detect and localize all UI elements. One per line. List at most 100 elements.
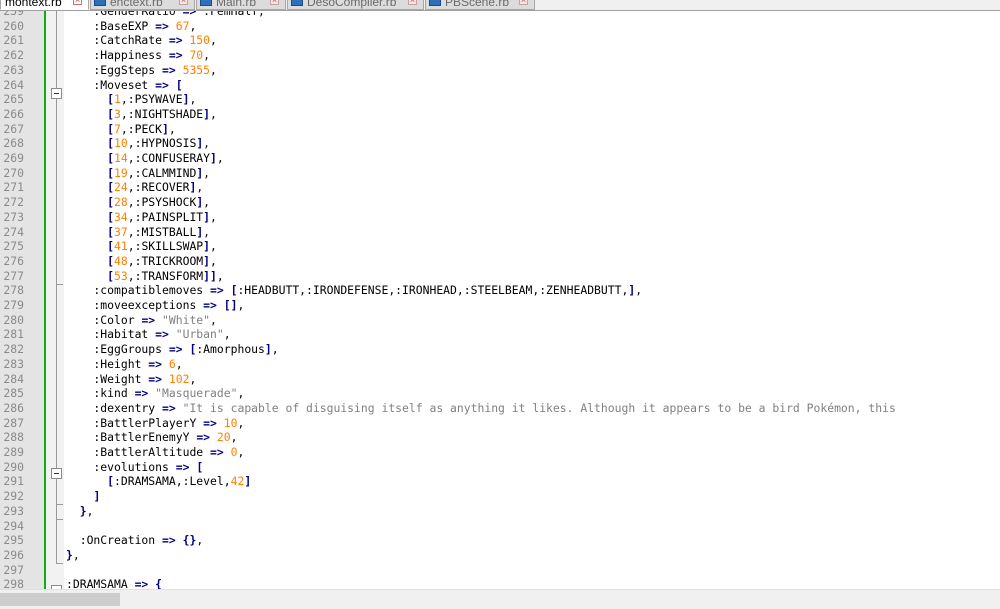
line-number: 280	[3, 312, 24, 327]
code-text: :BattlerEnemyY => 20,	[66, 430, 238, 445]
code-line[interactable]: 264 :Moveset => [	[0, 78, 1000, 93]
line-number: 271	[3, 180, 24, 195]
code-editor[interactable]: 259 :GenderRatio => :FemHalf, 260 :BaseEX…	[0, 11, 1000, 589]
code-line[interactable]: 282 :EggGroups => [:Amorphous],	[0, 342, 1000, 357]
code-text: },	[79, 503, 94, 518]
code-text: [1,:PSYWAVE],	[107, 92, 197, 107]
tab-label: montext.rb	[5, 0, 62, 9]
line-number: 270	[3, 165, 24, 180]
code-line[interactable]: 279 :moveexceptions => [],	[0, 298, 1000, 313]
line-number: 276	[3, 253, 24, 268]
code-line[interactable]: 296},	[0, 548, 1000, 563]
ruby-file-icon	[200, 0, 212, 6]
code-line[interactable]: 294	[0, 519, 1000, 534]
code-line[interactable]: 298:DRAMSAMA => {	[0, 577, 1000, 589]
line-number: 274	[3, 224, 24, 239]
line-number: 281	[3, 327, 24, 342]
code-line[interactable]: 292 ]	[0, 489, 1000, 504]
code-text: [28,:PSYSHOCK],	[107, 195, 211, 210]
code-line[interactable]: 276 [48,:TRICKROOM],	[0, 254, 1000, 269]
code-line[interactable]: 284 :Weight => 102,	[0, 372, 1000, 387]
line-number: 285	[3, 386, 24, 401]
code-line[interactable]: 293 },	[0, 504, 1000, 519]
code-line[interactable]: 263 :EggSteps => 5355,	[0, 63, 1000, 78]
code-text: :kind => "Masquerade",	[66, 386, 245, 401]
code-line[interactable]: 270 [19,:CALMMIND],	[0, 166, 1000, 181]
code-line[interactable]: 290 :evolutions => [	[0, 460, 1000, 475]
tab-main[interactable]: Main.rb ×	[196, 0, 286, 10]
close-icon[interactable]: ×	[519, 0, 528, 5]
tab-enctext[interactable]: enctext.rb ×	[90, 0, 195, 10]
code-line[interactable]: 278 :compatiblemoves => [:HEADBUTT,:IRON…	[0, 283, 1000, 298]
code-line[interactable]: 291 [:DRAMSAMA,:Level,42]	[0, 474, 1000, 489]
tab-desocompiler[interactable]: DesoCompiler.rb ×	[287, 0, 424, 10]
code-line[interactable]: 289 :BattlerAltitude => 0,	[0, 445, 1000, 460]
code-line[interactable]: 288 :BattlerEnemyY => 20,	[0, 430, 1000, 445]
code-line[interactable]: 287 :BattlerPlayerY => 10,	[0, 416, 1000, 431]
code-text: :DRAMSAMA => {	[66, 577, 163, 589]
code-line[interactable]: 272 [28,:PSYSHOCK],	[0, 195, 1000, 210]
code-text: ]	[93, 489, 101, 504]
code-line[interactable]: 285 :kind => "Masquerade",	[0, 386, 1000, 401]
code-line[interactable]: 267 [7,:PECK],	[0, 122, 1000, 137]
code-line[interactable]: 262 :Happiness => 70,	[0, 48, 1000, 63]
line-number: 263	[3, 62, 24, 77]
code-text: :Height => 6,	[66, 356, 183, 371]
line-number: 294	[3, 518, 24, 533]
code-text: :Weight => 102,	[66, 371, 197, 386]
tab-montext[interactable]: montext.rb ×	[0, 0, 89, 10]
code-line[interactable]: 280 :Color => "White",	[0, 313, 1000, 328]
code-text: :BattlerAltitude => 0,	[66, 445, 245, 459]
code-line[interactable]: 266 [3,:NIGHTSHADE],	[0, 107, 1000, 122]
line-number: 266	[3, 106, 24, 121]
tab-label: PBScene.rb	[445, 0, 510, 9]
code-line[interactable]: 273 [34,:PAINSPLIT],	[0, 210, 1000, 225]
close-icon[interactable]: ×	[270, 0, 279, 5]
code-line[interactable]: 295 :OnCreation => {},	[0, 533, 1000, 548]
code-text: :dexentry => "It is capable of disguisin…	[66, 400, 896, 415]
code-line[interactable]: 274 [37,:MISTBALL],	[0, 225, 1000, 240]
line-number: 267	[3, 121, 24, 136]
code-text: [10,:HYPNOSIS],	[107, 136, 211, 151]
code-text: :evolutions => [	[66, 459, 204, 474]
code-text: :BattlerPlayerY => 10,	[66, 415, 245, 430]
code-text: [53,:TRANSFORM]],	[107, 268, 224, 283]
line-number: 268	[3, 136, 24, 151]
line-number: 277	[3, 268, 24, 283]
code-line[interactable]: 265 [1,:PSYWAVE],	[0, 92, 1000, 107]
tab-pbscene[interactable]: PBScene.rb ×	[425, 0, 535, 10]
line-number: 272	[3, 195, 24, 210]
code-line[interactable]: 286 :dexentry => "It is capable of disgu…	[0, 401, 1000, 416]
code-line[interactable]: 283 :Height => 6,	[0, 357, 1000, 372]
line-number: 292	[3, 489, 24, 504]
line-number: 283	[3, 356, 24, 371]
code-text: :EggGroups => [:Amorphous],	[66, 342, 279, 357]
code-line[interactable]: 261 :CatchRate => 150,	[0, 33, 1000, 48]
ruby-file-icon	[429, 0, 441, 6]
code-line[interactable]: 281 :Habitat => "Urban",	[0, 327, 1000, 342]
code-line[interactable]: 277 [53,:TRANSFORM]],	[0, 269, 1000, 284]
line-number: 264	[3, 77, 24, 92]
line-number: 265	[3, 92, 24, 107]
code-text: [48,:TRICKROOM],	[107, 253, 217, 268]
code-line[interactable]: 269 [14,:CONFUSERAY],	[0, 151, 1000, 166]
line-number: 293	[3, 503, 24, 518]
code-line[interactable]: 271 [24,:RECOVER],	[0, 180, 1000, 195]
code-text: :EggSteps => 5355,	[66, 62, 217, 77]
scrollbar-thumb[interactable]	[0, 593, 120, 606]
line-number: 290	[3, 459, 24, 474]
code-text: :moveexceptions => [],	[66, 298, 245, 312]
code-text: [:DRAMSAMA,:Level,42]	[107, 474, 252, 489]
code-line[interactable]: 297	[0, 563, 1000, 578]
code-line[interactable]: 275 [41,:SKILLSWAP],	[0, 239, 1000, 254]
code-text: :Color => "White",	[66, 312, 217, 327]
code-text: [37,:MISTBALL],	[107, 224, 211, 239]
close-icon[interactable]: ×	[73, 0, 82, 5]
horizontal-scrollbar[interactable]	[0, 589, 1000, 609]
code-line[interactable]: 260 :BaseEXP => 67,	[0, 19, 1000, 34]
code-text: :Habitat => "Urban",	[66, 327, 231, 342]
code-text: :compatiblemoves => [:HEADBUTT,:IRONDEFE…	[66, 283, 643, 298]
close-icon[interactable]: ×	[179, 0, 188, 5]
code-line[interactable]: 268 [10,:HYPNOSIS],	[0, 136, 1000, 151]
close-icon[interactable]: ×	[408, 0, 417, 5]
